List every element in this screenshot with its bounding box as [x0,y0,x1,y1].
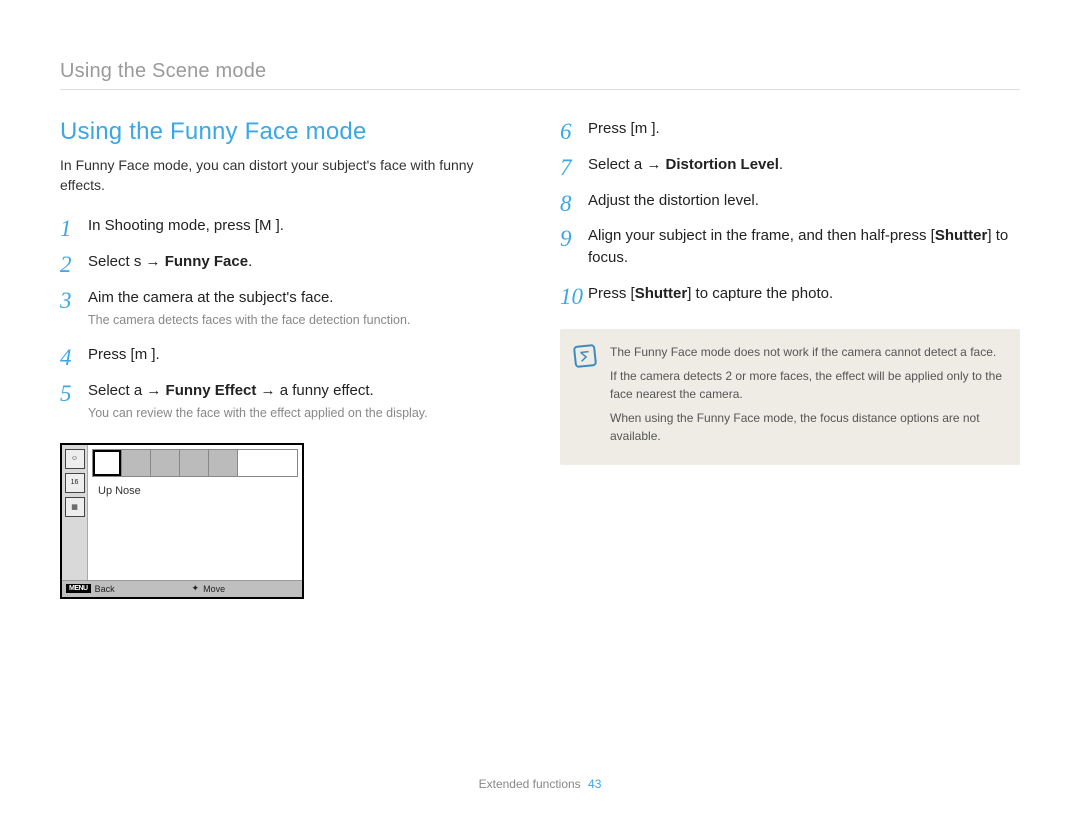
step-item: 7Select a → Distortion Level. [560,154,1020,176]
size-icon: 16 [65,473,85,493]
thumbnail [209,450,238,476]
step-item: 9Align your subject in the frame, and th… [560,225,1020,269]
move-label: Move [203,584,225,594]
step-number: 1 [60,212,82,245]
left-column: Using the Funny Face mode In Funny Face … [60,118,520,599]
step-text: Aim the camera at the subject's face. [88,289,333,306]
step-item: 4Press [m ]. [60,344,520,366]
manual-page: Using the Scene mode Using the Funny Fac… [0,0,1080,815]
thumbnail [151,450,180,476]
step-item: 10Press [Shutter] to capture the photo. [560,283,1020,305]
step-number: 9 [560,222,582,255]
page-number: 43 [588,777,601,791]
step-number: 5 [60,377,82,410]
step-number: 4 [60,341,82,374]
note-paragraph: The Funny Face mode does not work if the… [610,343,1004,361]
right-column: 6Press [m ].7Select a → Distortion Level… [560,118,1020,599]
step-number: 8 [560,187,582,220]
thumbnail [122,450,151,476]
camera-screen-demo: ☺ 16 ▦ Up Nose MENU Back ✦ [60,443,304,599]
note-paragraph: When using the Funny Face mode, the focu… [610,409,1004,445]
page-footer: Extended functions 43 [0,777,1080,791]
step-number: 3 [60,284,82,317]
step-text: Select a → Distortion Level. [588,156,783,173]
step-text: Adjust the distortion level. [588,192,759,209]
step-text: Align your subject in the frame, and the… [588,227,1008,266]
footer-section: Extended functions [479,777,581,791]
effect-thumbnails [92,449,298,477]
step-item: 5 Select a → Funny Effect → a funny effec… [60,380,520,423]
step-item: 3 Aim the camera at the subject's face. Th… [60,287,520,330]
thumbnail [180,450,209,476]
back-label: Back [95,584,115,594]
step-number: 2 [60,248,82,281]
step-text: Press [m ]. [588,120,660,137]
menu-icon: MENU [66,584,91,593]
step-item: 1In Shooting mode, press [M ]. [60,215,520,237]
step-list-left: 1In Shooting mode, press [M ].2Select s … [60,215,520,423]
step-text: In Shooting mode, press [M ]. [88,217,284,234]
nav-icon: ✦ [192,584,200,593]
step-text: Select a → Funny Effect → a funny effect… [88,382,374,399]
step-number: 10 [560,280,582,313]
thumbnail-selected [93,450,122,476]
note-icon [573,343,597,367]
note-box: The Funny Face mode does not work if the… [560,329,1020,465]
section-title: Using the Funny Face mode [60,118,520,146]
effect-label: Up Nose [98,485,141,497]
note-paragraph: If the camera detects 2 or more faces, t… [610,367,1004,403]
intro-text: In Funny Face mode, you can distort your… [60,156,520,195]
step-list-right: 6Press [m ].7Select a → Distortion Level… [560,118,1020,305]
step-text: Press [m ]. [88,346,160,363]
grid-icon: ▦ [65,497,85,517]
step-text: Select s → Funny Face. [88,253,252,270]
breadcrumb: Using the Scene mode [60,60,1020,90]
note-text: The Funny Face mode does not work if the… [610,343,1004,451]
screen-sidebar: ☺ 16 ▦ [62,445,88,597]
step-text: Press [Shutter] to capture the photo. [588,285,833,302]
step-item: 8Adjust the distortion level. [560,190,1020,212]
step-subtext: You can review the face with the effect … [88,405,520,423]
mode-icon: ☺ [65,449,85,469]
step-item: 2Select s → Funny Face. [60,251,520,273]
step-subtext: The camera detects faces with the face d… [88,312,520,330]
screen-bottombar: MENU Back ✦ Move [62,580,302,597]
step-item: 6Press [m ]. [560,118,1020,140]
content-columns: Using the Funny Face mode In Funny Face … [60,118,1020,599]
step-number: 6 [560,115,582,148]
step-number: 7 [560,151,582,184]
